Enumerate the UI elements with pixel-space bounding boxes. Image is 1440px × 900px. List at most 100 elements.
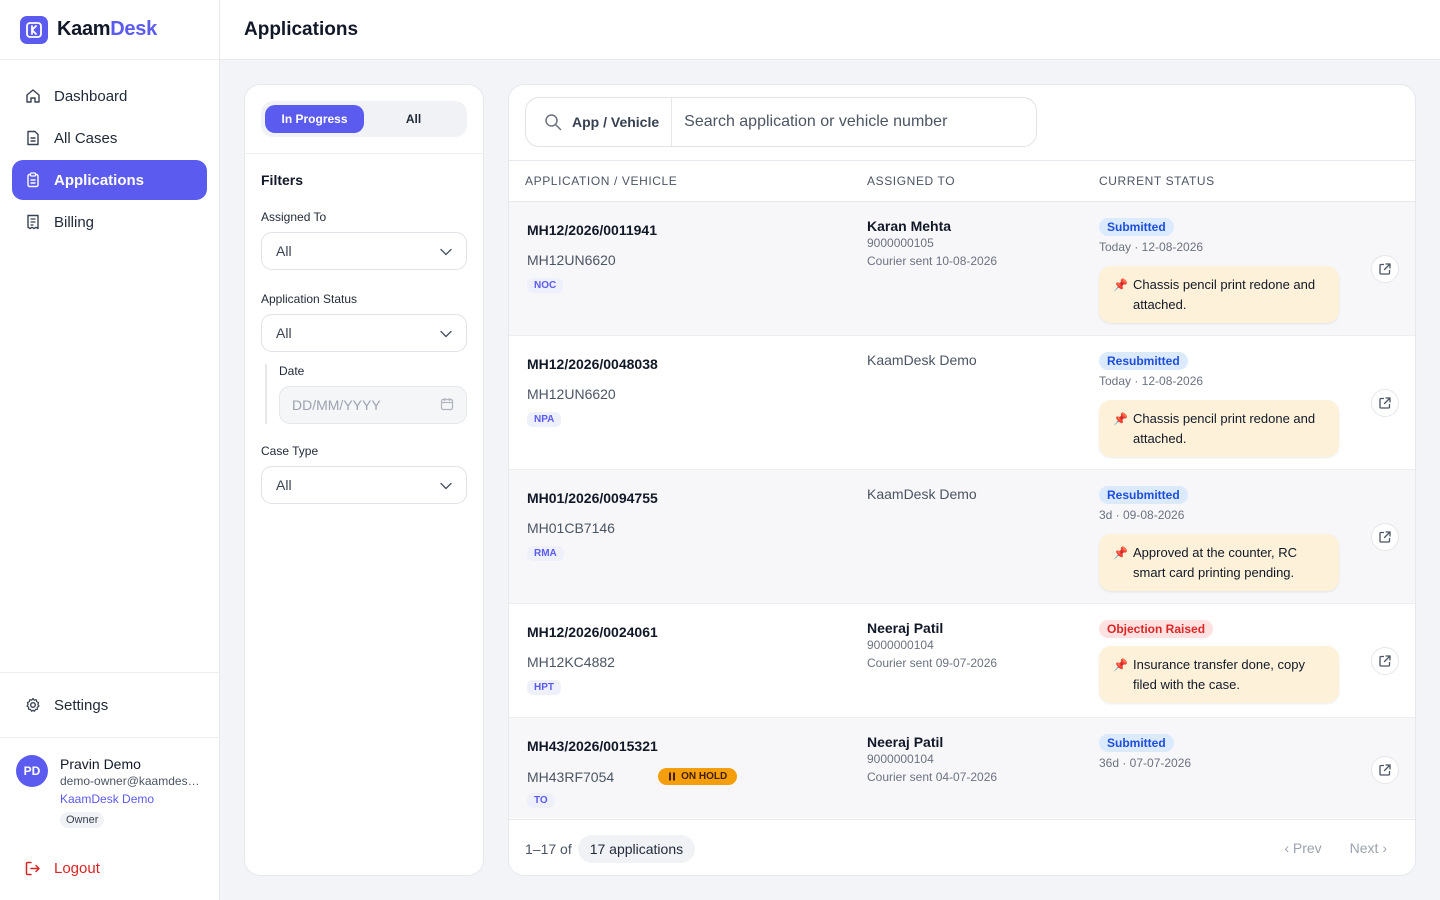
sidebar-item-label: All Cases — [54, 129, 118, 147]
role-badge: Owner — [60, 812, 105, 828]
date-placeholder: DD/MM/YYYY — [292, 397, 381, 413]
table-row[interactable]: MH43/2026/0015321 MH43RF7054 ON HOLD TO … — [509, 718, 1415, 818]
sidebar-bottom: Settings PD Pravin Demo demo-owner@kaamd… — [0, 672, 219, 877]
avatar: PD — [16, 755, 48, 787]
sidebar-item-label: Applications — [54, 171, 145, 189]
assignee-name: KaamDesk Demo — [867, 486, 977, 502]
search-icon — [544, 113, 562, 131]
table-header: APPLICATION / VEHICLE ASSIGNED TO CURREN… — [509, 160, 1415, 202]
toggle-all[interactable]: All — [364, 105, 463, 133]
calendar-icon — [440, 397, 454, 414]
assigned-to-label: Assigned To — [261, 210, 327, 224]
pin-icon: 📌 — [1113, 412, 1128, 426]
progress-toggle: In Progress All — [261, 101, 467, 137]
settings-link[interactable]: Settings — [0, 673, 219, 738]
external-link-icon — [1379, 764, 1391, 776]
open-external-button[interactable] — [1371, 255, 1399, 283]
assignee-phone: 9000000105 — [867, 236, 934, 250]
status-note: 📌 Chassis pencil print redone and attache… — [1099, 266, 1339, 323]
logout-icon — [24, 859, 42, 877]
status-badge: Resubmitted — [1099, 352, 1188, 370]
open-external-button[interactable] — [1371, 756, 1399, 784]
sidebar-item-billing[interactable]: Billing — [12, 202, 207, 242]
sidebar-nav: Dashboard All Cases Applications Billing — [0, 60, 219, 260]
date-label: Date — [279, 364, 305, 378]
status-date: Today · 12-08-2026 — [1099, 374, 1204, 388]
case-type-label: Case Type — [261, 444, 319, 458]
next-button[interactable]: Next › — [1350, 840, 1387, 856]
case-type-tag: NPA — [527, 412, 562, 427]
pin-icon: 📌 — [1113, 546, 1128, 560]
courier-info: Courier sent 09-07-2026 — [867, 656, 998, 670]
assigned-to-select[interactable]: All — [261, 232, 467, 270]
assignee-name: Neeraj Patil — [867, 620, 944, 636]
user-email: demo-owner@kaamdesk.com — [60, 774, 202, 788]
sidebar-item-applications[interactable]: Applications — [12, 160, 207, 200]
col-header-assigned: ASSIGNED TO — [867, 174, 956, 188]
status-badge: Submitted — [1099, 734, 1174, 752]
pin-icon: 📌 — [1113, 278, 1128, 292]
logout-button[interactable]: Logout — [24, 859, 100, 877]
vehicle-number: MH43RF7054 ON HOLD — [527, 768, 738, 785]
range-text: 1–17 of — [525, 840, 572, 857]
sidebar-item-label: Billing — [54, 213, 95, 231]
brand[interactable]: KaamDesk — [0, 0, 219, 60]
sidebar-item-all-cases[interactable]: All Cases — [12, 118, 207, 158]
open-external-button[interactable] — [1371, 647, 1399, 675]
assigned-to-value: All — [276, 243, 292, 259]
case-type-tag: TO — [527, 793, 555, 808]
search-input[interactable] — [684, 113, 1025, 131]
external-link-icon — [1379, 531, 1391, 543]
col-header-app: APPLICATION / VEHICLE — [525, 174, 678, 188]
sidebar-item-dashboard[interactable]: Dashboard — [12, 76, 207, 116]
table-row[interactable]: MH01/2026/0094755 MH01CB7146 RMA KaamDes… — [509, 470, 1415, 604]
top-bar: Applications — [220, 0, 1440, 60]
applications-panel: App / Vehicle APPLICATION / VEHICLE ASSI… — [508, 84, 1416, 876]
status-value: All — [276, 325, 292, 341]
search-scope-label: App / Vehicle — [572, 114, 660, 130]
app-number: MH12/2026/0024061 — [527, 624, 658, 640]
status-date: Today · 12-08-2026 — [1099, 240, 1204, 254]
status-date: 3d · 09-08-2026 — [1099, 508, 1185, 522]
pager: ‹ Prev Next › — [1256, 840, 1387, 856]
pause-icon — [669, 772, 676, 781]
user-name: Pravin Demo — [60, 756, 141, 772]
case-type-tag: NOC — [527, 278, 564, 293]
status-badge: Objection Raised — [1099, 620, 1214, 638]
toggle-in-progress[interactable]: In Progress — [265, 105, 364, 133]
table-row[interactable]: MH12/2026/0024061 MH12KC4882 HPT Neeraj … — [509, 604, 1415, 718]
search-scope[interactable]: App / Vehicle — [526, 98, 673, 146]
receipt-icon — [24, 213, 42, 231]
assignee-name: Karan Mehta — [867, 218, 952, 234]
open-external-button[interactable] — [1371, 389, 1399, 417]
col-header-status: CURRENT STATUS — [1099, 174, 1215, 188]
case-type-tag: RMA — [527, 546, 564, 561]
status-note: 📌 Approved at the counter, RC smart card … — [1099, 534, 1339, 591]
app-number: MH01/2026/0094755 — [527, 490, 658, 506]
prev-button[interactable]: ‹ Prev — [1284, 840, 1321, 856]
clipboard-icon — [24, 171, 42, 189]
gear-icon — [24, 696, 42, 714]
logout-label: Logout — [54, 859, 100, 877]
case-type-tag: HPT — [527, 680, 561, 695]
table-row[interactable]: MH12/2026/0011941 MH12UN6620 NOC Karan M… — [509, 202, 1415, 336]
courier-info: Courier sent 10-08-2026 — [867, 254, 998, 268]
filters-title: Filters — [261, 172, 304, 188]
file-icon — [24, 129, 42, 147]
open-external-button[interactable] — [1371, 523, 1399, 551]
pin-icon: 📌 — [1113, 658, 1128, 672]
date-input[interactable]: DD/MM/YYYY — [279, 386, 467, 424]
chevron-down-icon — [440, 325, 452, 341]
chevron-down-icon — [440, 243, 452, 259]
assignee-phone: 9000000104 — [867, 752, 934, 766]
table-body: MH12/2026/0011941 MH12UN6620 NOC Karan M… — [509, 202, 1415, 818]
user-card[interactable]: PD Pravin Demo demo-owner@kaamdesk.com K… — [16, 755, 202, 828]
settings-label: Settings — [54, 696, 109, 714]
external-link-icon — [1379, 655, 1391, 667]
table-row[interactable]: MH12/2026/0048038 MH12UN6620 NPA KaamDes… — [509, 336, 1415, 470]
external-link-icon — [1379, 397, 1391, 409]
vehicle-number: MH12KC4882 — [527, 654, 615, 670]
search-bar: App / Vehicle — [525, 97, 1037, 147]
case-type-select[interactable]: All — [261, 466, 467, 504]
status-select[interactable]: All — [261, 314, 467, 352]
